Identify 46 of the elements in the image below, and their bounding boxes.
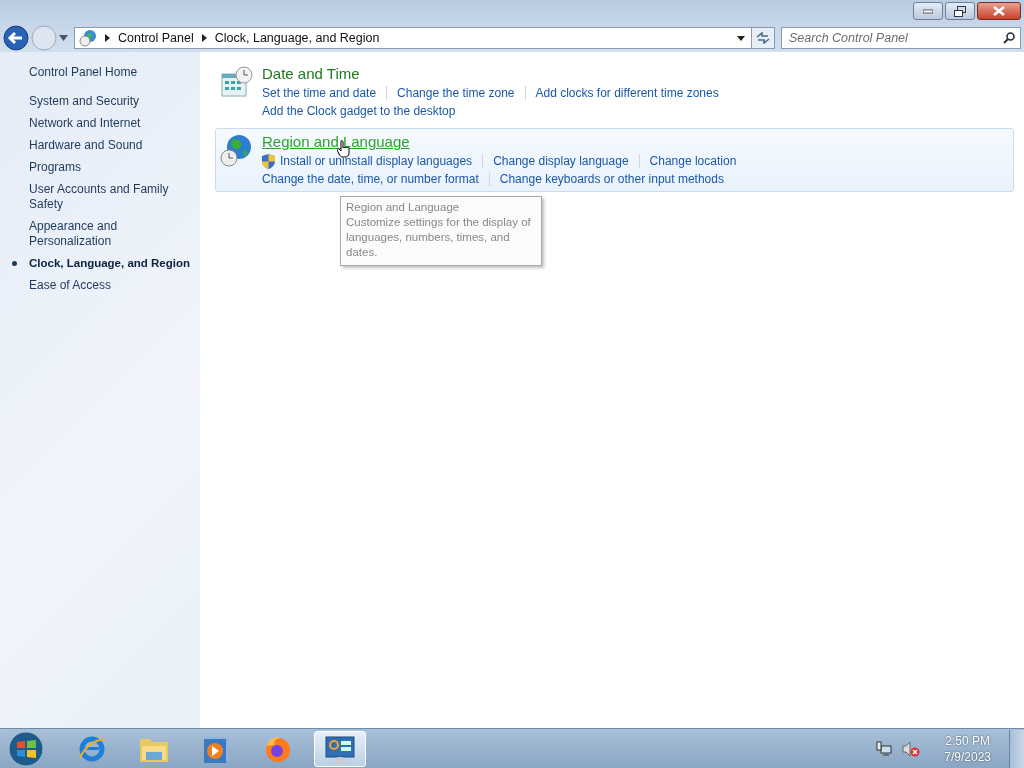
refresh-button[interactable] (751, 27, 775, 49)
task-link[interactable]: Change keyboards or other input methods (499, 170, 724, 188)
show-desktop-button[interactable] (1009, 729, 1024, 768)
task-link[interactable]: Install or uninstall display languages (280, 152, 473, 170)
task-link[interactable]: Change the time zone (397, 84, 515, 102)
restore-icon (954, 5, 966, 17)
task-link[interactable]: Set the time and date (262, 84, 377, 102)
search-icon[interactable] (1003, 32, 1015, 44)
task-link[interactable]: Change the date, time, or number format (262, 170, 479, 188)
tooltip-text: Customize settings for the display of languages, numbers, times, and dates. (346, 215, 532, 260)
restore-button[interactable] (945, 2, 975, 20)
address-bar[interactable]: Control Panel Clock, Language, and Region (74, 27, 752, 49)
dropdown-icon[interactable] (737, 35, 745, 41)
sidebar-item[interactable]: Hardware and Sound (29, 138, 189, 153)
sidebar-item[interactable]: Network and Internet (29, 116, 189, 131)
breadcrumb[interactable]: Control Panel (118, 31, 194, 45)
tooltip-title: Region and Language (346, 200, 461, 215)
task-link[interactable]: Change location (649, 152, 737, 170)
sidebar-item[interactable]: Programs (29, 160, 189, 175)
category-title[interactable]: Date and Time (262, 64, 360, 84)
close-button[interactable] (977, 2, 1021, 20)
sidebar-link[interactable]: Control Panel Home (29, 64, 200, 80)
network-icon (876, 740, 893, 757)
task-link[interactable]: Add the Clock gadget to the desktop (262, 102, 456, 120)
globe-clock-icon (220, 134, 254, 168)
control-panel-icon (324, 734, 356, 763)
minimize-icon (923, 8, 933, 14)
close-icon (993, 6, 1005, 16)
task-link[interactable]: Change display language (493, 152, 629, 170)
sidebar-item[interactable]: Clock, Language, and Region (29, 256, 201, 271)
start-button[interactable] (8, 730, 44, 767)
search-field[interactable]: Search Control Panel (781, 27, 1021, 49)
sidebar-item[interactable]: User Accounts and Family Safety (29, 182, 189, 212)
chevron-icon (105, 34, 110, 42)
chevron-icon (201, 34, 207, 42)
breadcrumb[interactable]: Clock, Language, and Region (214, 31, 380, 45)
refresh-icon (756, 32, 770, 44)
taskbar-button[interactable] (314, 730, 366, 767)
task-link[interactable]: Add clocks for different time zones (535, 84, 719, 102)
muted-speaker-icon[interactable] (902, 740, 921, 757)
sidebar-item[interactable]: Ease of Access (29, 278, 189, 293)
back-button[interactable] (3, 25, 29, 51)
sidebar-item[interactable]: Appearance and Personalization (29, 219, 189, 249)
control-panel-icon (79, 29, 97, 47)
sidebar-item[interactable]: System and Security (29, 94, 189, 109)
calendar-clock-icon (220, 66, 254, 98)
